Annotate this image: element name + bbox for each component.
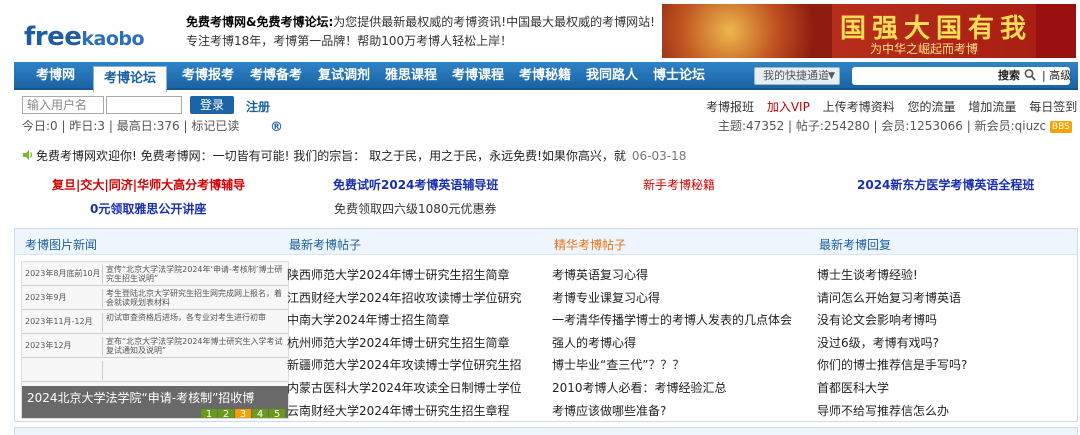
register-link[interactable]: 注册 [246, 98, 270, 115]
site-header: freekaobo ® 免费考博网&免费考博论坛:为您提供最新最权威的考博资讯!中… [0, 0, 1080, 135]
list-item[interactable]: 博士毕业“查三代”？？？ [552, 354, 792, 377]
link-enroll[interactable]: 考博报班 [706, 100, 754, 114]
slide-page-5[interactable]: 5 [269, 409, 285, 418]
nav-item-peers[interactable]: 我同路人 [586, 62, 638, 90]
list-item[interactable]: 博士生谈考博经验! [817, 264, 967, 287]
slide-page-2[interactable]: 2 [218, 409, 234, 418]
list-item[interactable]: 没过6级，考博有戏吗? [817, 332, 967, 355]
speaker-icon [22, 149, 34, 161]
banner-subtitle: 为中华之崛起而考博 [870, 42, 979, 56]
promo-xdf[interactable]: 2024新东方医学考博英语全程班 [857, 176, 1034, 193]
heading-latest-posts[interactable]: 最新考博帖子 [289, 236, 361, 253]
nav-item-secrets[interactable]: 考博秘籍 [519, 62, 571, 90]
announcement: 免费考博网欢迎你! 免费考博网：一切皆有可能! 我们的宗旨： 取之于民，用之于民… [22, 147, 686, 164]
chevron-down-icon: ▼ [828, 71, 835, 81]
list-item[interactable]: 一考清华传播学博士的考博人发表的几点体会 [552, 309, 792, 332]
next-panel-header [14, 427, 1078, 435]
elite-posts-list: 考博英语复习心得 考博专业课复习心得 一考清华传播学博士的考博人发表的几点体会 … [552, 264, 792, 422]
list-item[interactable]: 首都医科大学 [817, 377, 967, 400]
nav-item-prepare[interactable]: 考博备考 [250, 62, 302, 90]
latest-replies-list: 博士生谈考博经验! 请问怎么开始复习考博英语 没有论文会影响考博吗 没过6级，考… [817, 264, 967, 422]
list-item[interactable]: 陕西师范大学2024年博士研究生招生简章 [287, 264, 522, 287]
list-item[interactable]: 2010考博人必看：考博经验汇总 [552, 377, 792, 400]
promo-newbie[interactable]: 新手考博秘籍 [643, 176, 715, 193]
link-upload[interactable]: 上传考博资料 [823, 100, 895, 114]
nav-item-retest[interactable]: 复试调剂 [318, 62, 370, 90]
heading-elite-posts[interactable]: 精华考博帖子 [554, 236, 626, 253]
slide-table-row [22, 358, 288, 382]
nav-item-ielts[interactable]: 雅思课程 [385, 62, 437, 90]
slide-page-3[interactable]: 3 [235, 409, 251, 418]
top-links: 考博报班 加入VIP 上传考博资料 您的流量 增加流量 每日签到 [706, 98, 1080, 115]
list-item[interactable]: 云南财经大学2024年博士研究生招生章程 [287, 400, 522, 423]
search-button[interactable]: 搜索 [998, 67, 1020, 85]
header-banner[interactable]: 国强大国有我 为中华之崛起而考博 [662, 4, 1076, 58]
list-item[interactable]: 考博应该做哪些准备? [552, 400, 792, 423]
link-add-traffic[interactable]: 增加流量 [968, 100, 1016, 114]
nav-item-phd-forum[interactable]: 博士论坛 [653, 62, 705, 90]
site-logo[interactable]: freekaobo ® [24, 22, 283, 135]
heading-photo-news[interactable]: 考博图片新闻 [25, 236, 97, 253]
password-input[interactable] [106, 96, 182, 114]
list-item[interactable]: 你们的博士推荐信是手写吗? [817, 354, 967, 377]
promo-free-trial[interactable]: 免费试听2024考博英语辅导班 [333, 176, 498, 193]
search-icon[interactable] [1024, 68, 1036, 85]
photo-news-slideshow[interactable]: 2023年8月底前10月初宣传“北京大学法学院2024年‘申请-考核制’博士研究… [21, 261, 289, 419]
latest-posts-list: 陕西师范大学2024年博士研究生招生简章 江西财经大学2024年招收攻读博士学位… [287, 264, 522, 422]
forum-stats: 今日:0 | 昨日:3 | 最高日:376 | 标记已读 [22, 119, 240, 133]
slide-table-row: 2023年12月 宣布“北京大学法学院2024年博士研究生入学考试复试通知及说明” [22, 334, 288, 358]
slide-caption[interactable]: 2024北京大学法学院“申请-考核制”招收博 12345 [22, 386, 288, 418]
search-input[interactable]: 搜索 | 高级 [852, 67, 1071, 85]
link-checkin[interactable]: 每日签到 [1029, 100, 1077, 114]
promo-ielts[interactable]: 0元领取雅思公开讲座 [90, 200, 206, 217]
heading-latest-replies[interactable]: 最新考博回复 [819, 236, 891, 253]
slide-page-1[interactable]: 1 [201, 409, 217, 418]
list-item[interactable]: 导师不给写推荐信怎么办 [817, 400, 967, 423]
nav-item-courses[interactable]: 考博课程 [452, 62, 504, 90]
slide-table-row: 2023年9月 考生登陆北京大学研究生招生网完成网上报名，着会就读规划表材料 [22, 286, 288, 310]
banner-corner [1036, 4, 1076, 58]
advanced-search-link[interactable]: | 高级 [1042, 67, 1071, 85]
nav-item-apply[interactable]: 考博报考 [182, 62, 234, 90]
username-input[interactable]: 输入用户名 [22, 96, 104, 114]
list-item[interactable]: 新疆师范大学2024年攻读博士学位研究生招 [287, 354, 522, 377]
site-tagline: 免费考博网&免费考博论坛:为您提供最新最权威的考博资讯!中国最大最权威的考博网站… [186, 15, 655, 29]
list-item[interactable]: 内蒙古医科大学2024年攻读全日制博士学位 [287, 377, 522, 400]
login-button[interactable]: 登录 [190, 96, 234, 114]
list-item[interactable]: 江西财经大学2024年招收攻读博士学位研究 [287, 287, 522, 310]
link-traffic[interactable]: 您的流量 [908, 100, 956, 114]
dragon-image [662, 4, 832, 58]
slide-table-row: 2023年11月-12月 初试审查资格后进场，各专业对考生进行初审 [22, 310, 288, 334]
site-subtagline: 专注考博18年，考博第一品牌！帮助100万考博人轻松上岸！ [186, 34, 513, 48]
list-item[interactable]: 没有论文会影响考博吗 [817, 309, 967, 332]
list-item[interactable]: 考博英语复习心得 [552, 264, 792, 287]
content-panel: 考博图片新闻 最新考博帖子 精华考博帖子 最新考博回复 2023年8月底前10月… [14, 228, 1078, 422]
slide-pager: 12345 [200, 406, 285, 418]
link-join-vip[interactable]: 加入VIP [767, 100, 810, 114]
main-nav: 考博网 考博论坛 考博报考 考博备考 复试调剂 雅思课程 考博课程 考博秘籍 我… [14, 62, 1078, 92]
quick-nav-dropdown[interactable]: 我的快捷通道 ▼ [754, 67, 840, 85]
nav-item-forum[interactable]: 考博论坛 [93, 66, 168, 92]
slide-page-4[interactable]: 4 [252, 409, 268, 418]
list-item[interactable]: 杭州师范大学2024年博士研究生招生简章 [287, 332, 522, 355]
list-item[interactable]: 中南大学2024年博士招生简章 [287, 309, 522, 332]
panel-header: 考博图片新闻 最新考博帖子 精华考博帖子 最新考博回复 [15, 229, 1077, 255]
promo-fudan[interactable]: 复旦|交大|同济|华师大高分考博辅导 [52, 176, 245, 193]
list-item[interactable]: 强人的考博心得 [552, 332, 792, 355]
slide-table-row: 2023年8月底前10月初宣传“北京大学法学院2024年‘申请-考核制’博士研究… [22, 262, 288, 286]
list-item[interactable]: 考博专业课复习心得 [552, 287, 792, 310]
nav-item-home[interactable]: 考博网 [36, 62, 75, 90]
list-item[interactable]: 请问怎么开始复习考博英语 [817, 287, 967, 310]
bbs-icon[interactable]: BBS [1049, 120, 1072, 133]
promo-cet[interactable]: 免费领取四六级1080元优惠券 [334, 200, 497, 217]
site-stats: 主题:47352 | 帖子:254280 | 会员:1253066 | 新会员:… [718, 119, 1072, 133]
